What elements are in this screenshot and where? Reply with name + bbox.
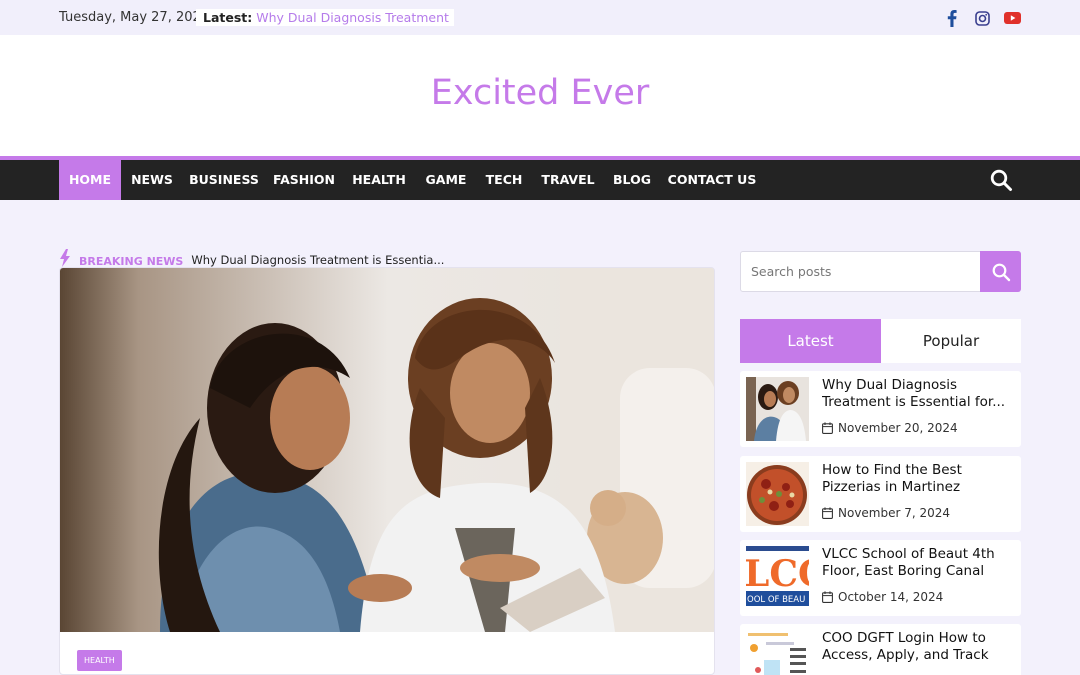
search-icon[interactable] — [989, 168, 1013, 192]
nav-item-contact-us[interactable]: CONTACT US — [666, 160, 758, 200]
breaking-news-label: BREAKING NEWS — [79, 254, 184, 268]
svg-text:LCC: LCC — [746, 553, 809, 595]
nav-item-travel[interactable]: TRAVEL — [537, 160, 599, 200]
calendar-icon — [822, 507, 833, 519]
latest-ticker: Latest: Why Dual Diagnosis Treatment is — [196, 9, 454, 26]
post-title[interactable]: Why Dual Diagnosis Treatment is Essentia… — [822, 377, 1018, 411]
latest-label: Latest: — [203, 10, 253, 25]
site-header: Excited Ever — [0, 35, 1080, 156]
post-date: November 20, 2024 — [838, 421, 958, 435]
featured-image[interactable] — [60, 268, 714, 632]
tab-popular[interactable]: Popular — [881, 319, 1021, 363]
svg-text:OOL OF BEAU: OOL OF BEAU — [747, 595, 805, 605]
post-thumbnail[interactable] — [746, 462, 809, 526]
nav-item-business[interactable]: BUSINESS — [184, 160, 264, 200]
post-thumbnail[interactable]: LCC OOL OF BEAU — [746, 546, 809, 610]
sidebar-search — [740, 251, 1021, 292]
nav-item-tech[interactable]: TECH — [480, 160, 528, 200]
current-date: Tuesday, May 27, 2025 — [59, 10, 210, 25]
search-button[interactable] — [980, 251, 1021, 292]
breaking-news-headline[interactable]: Why Dual Diagnosis Treatment is Essentia… — [191, 253, 444, 267]
nav-item-fashion[interactable]: FASHION — [267, 160, 341, 200]
list-item[interactable]: LCC OOL OF BEAU VLCC School of Beaut 4th… — [740, 540, 1021, 616]
site-title[interactable]: Excited Ever — [0, 73, 1080, 113]
search-icon — [992, 263, 1010, 281]
nav-item-game[interactable]: GAME — [420, 160, 472, 200]
nav-item-health[interactable]: HEALTH — [347, 160, 411, 200]
featured-post[interactable]: HEALTH — [59, 267, 715, 675]
post-title[interactable]: COO DGFT Login How to Access, Apply, and… — [822, 630, 1018, 664]
search-input[interactable] — [741, 252, 981, 291]
post-date: November 7, 2024 — [838, 506, 951, 520]
post-date: October 14, 2024 — [838, 590, 944, 604]
sidebar-tabs: Latest Popular — [740, 319, 1021, 363]
post-thumbnail[interactable] — [746, 630, 809, 675]
top-bar: Tuesday, May 27, 2025 Latest: Why Dual D… — [0, 0, 1080, 35]
post-thumbnail[interactable] — [746, 377, 809, 441]
category-badge[interactable]: HEALTH — [77, 650, 122, 671]
nav-item-home[interactable]: HOME — [59, 160, 121, 200]
list-item[interactable]: How to Find the Best Pizzerias in Martin… — [740, 456, 1021, 532]
latest-link[interactable]: Why Dual Diagnosis Treatment is — [256, 10, 454, 25]
post-title[interactable]: VLCC School of Beaut 4th Floor, East Bor… — [822, 546, 1018, 580]
facebook-icon[interactable] — [943, 9, 961, 27]
nav-item-blog[interactable]: BLOG — [606, 160, 658, 200]
post-title[interactable]: How to Find the Best Pizzerias in Martin… — [822, 462, 1018, 496]
calendar-icon — [822, 422, 833, 434]
youtube-icon[interactable] — [1003, 9, 1021, 27]
calendar-icon — [822, 591, 833, 603]
instagram-icon[interactable] — [973, 9, 991, 27]
main-nav: HOME NEWS BUSINESS FASHION HEALTH GAME T… — [0, 160, 1080, 200]
list-item[interactable]: Why Dual Diagnosis Treatment is Essentia… — [740, 371, 1021, 447]
nav-item-news[interactable]: NEWS — [124, 160, 180, 200]
tab-latest[interactable]: Latest — [740, 319, 881, 363]
list-item[interactable]: COO DGFT Login How to Access, Apply, and… — [740, 624, 1021, 675]
